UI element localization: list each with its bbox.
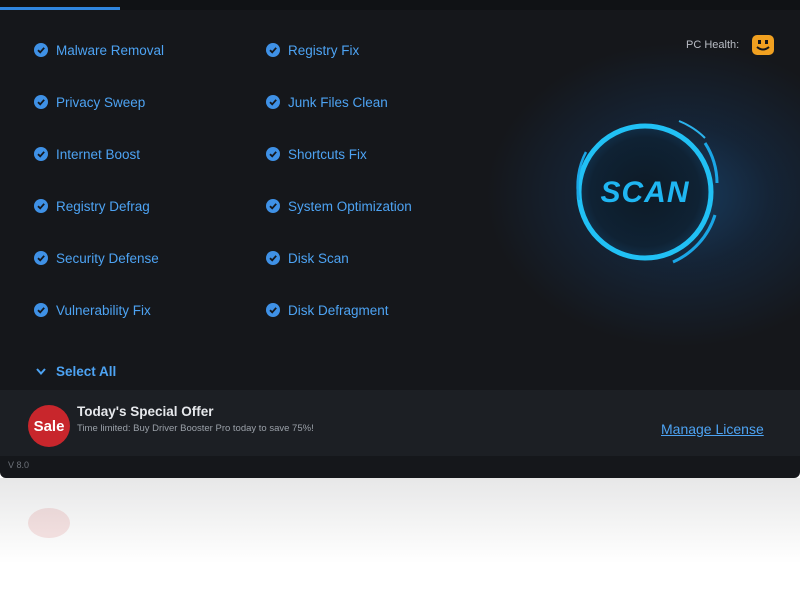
checkbox-checked-icon[interactable] [266,199,280,213]
checkbox-checked-icon[interactable] [34,303,48,317]
manage-license-link[interactable]: Manage License [661,421,764,437]
option-label: Shortcuts Fix [288,146,367,162]
option-malware-removal[interactable]: Malware Removal [34,40,164,60]
option-internet-boost[interactable]: Internet Boost [34,144,140,164]
option-label: Junk Files Clean [288,94,388,110]
smiley-face-icon [751,34,775,56]
option-disk-scan[interactable]: Disk Scan [266,248,349,268]
sale-badge[interactable]: Sale [28,405,70,447]
checkbox-checked-icon[interactable] [266,43,280,57]
select-all-label: Select All [56,363,117,379]
offer-text: Time limited: Buy Driver Booster Pro tod… [77,423,314,434]
option-label: Registry Fix [288,42,360,58]
option-vulnerability-fix[interactable]: Vulnerability Fix [34,300,151,320]
scan-label: SCAN [600,175,690,209]
option-registry-defrag[interactable]: Registry Defrag [34,196,150,216]
option-registry-fix[interactable]: Registry Fix [266,40,359,60]
option-disk-defragment[interactable]: Disk Defragment [266,300,389,320]
option-label: Vulnerability Fix [56,302,151,318]
option-label: Disk Defragment [288,302,389,318]
checkbox-checked-icon[interactable] [266,303,280,317]
checkbox-checked-icon[interactable] [266,147,280,161]
option-shortcuts-fix[interactable]: Shortcuts Fix [266,144,367,164]
offer-title: Today's Special Offer [77,404,214,419]
reflection-badge [28,508,70,538]
version-label: V 8.0 [8,460,30,470]
title-strip [0,0,800,10]
option-label: Security Defense [56,250,159,266]
checkbox-checked-icon[interactable] [34,251,48,265]
checkbox-checked-icon[interactable] [34,147,48,161]
option-system-optimization[interactable]: System Optimization [266,196,412,216]
option-label: Malware Removal [56,42,165,58]
option-label: Privacy Sweep [56,94,146,110]
option-label: Internet Boost [56,146,141,162]
window-reflection [0,478,800,600]
option-junk-files-clean[interactable]: Junk Files Clean [266,92,388,112]
active-tab-indicator [0,7,120,10]
pc-health-indicator: PC Health: [686,34,775,56]
checkbox-checked-icon[interactable] [266,251,280,265]
chevron-down-icon [34,364,48,378]
scan-button[interactable]: SCAN [555,105,735,280]
checkbox-checked-icon[interactable] [34,95,48,109]
checkbox-checked-icon[interactable] [34,199,48,213]
option-label: Registry Defrag [56,198,150,214]
checkbox-checked-icon[interactable] [34,43,48,57]
app-window: Malware Removal Privacy Sweep Internet B… [0,0,800,478]
special-offer-bar: Sale Today's Special Offer Time limited:… [0,390,800,456]
option-security-defense[interactable]: Security Defense [34,248,159,268]
option-label: Disk Scan [288,250,349,266]
pc-health-label: PC Health: [686,39,740,51]
checkbox-checked-icon[interactable] [266,95,280,109]
select-all-toggle[interactable]: Select All [34,361,116,381]
option-label: System Optimization [288,198,412,214]
option-privacy-sweep[interactable]: Privacy Sweep [34,92,145,112]
